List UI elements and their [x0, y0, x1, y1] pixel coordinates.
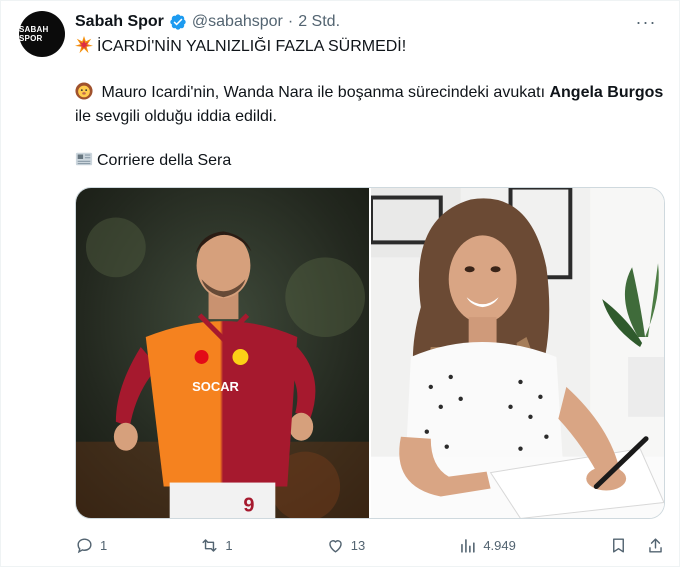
- bookmark-icon: [613, 537, 624, 553]
- like-button[interactable]: 13: [326, 536, 365, 555]
- source-text: Corriere della Sera: [97, 152, 232, 169]
- share-icon: [649, 537, 662, 553]
- tweet-headline: İCARDİ'NİN YALNIZLIĞI FAZLA SÜRMEDİ!: [75, 35, 665, 59]
- tweet-source: Corriere della Sera: [75, 149, 665, 173]
- retweet-button[interactable]: 1: [200, 536, 233, 555]
- like-count: 13: [350, 537, 366, 553]
- share-button[interactable]: [646, 536, 665, 555]
- action-bar: 1 1 13 4.949: [75, 531, 665, 559]
- author-handle[interactable]: @sabahspor: [192, 13, 283, 31]
- avatar[interactable]: SABAH SPOR: [19, 11, 65, 57]
- reply-button[interactable]: 1: [75, 536, 107, 555]
- tweet-body: Mauro Icardi'nin, Wanda Nara ile boşanma…: [75, 81, 665, 129]
- kit-sponsor-text: SOCAR: [192, 379, 239, 394]
- action-group-right: [609, 536, 665, 555]
- tweet-card[interactable]: SABAH SPOR Sabah Spor @sabahspor · 2 Std…: [0, 0, 680, 567]
- views-button[interactable]: 4.949: [458, 536, 516, 555]
- like-icon: [328, 539, 342, 553]
- shirt-number-text: 9: [243, 494, 254, 516]
- retweet-count: 1: [225, 537, 233, 553]
- newspaper-emoji: [75, 152, 93, 166]
- body-text-after: ile sevgili olduğu iddia edildi.: [75, 108, 277, 125]
- photo-icardi-image: SOCAR 9: [76, 188, 369, 518]
- author-name[interactable]: Sabah Spor: [75, 13, 164, 31]
- headline-text: İCARDİ'NİN YALNIZLIĞI FAZLA SÜRMEDİ!: [97, 38, 407, 55]
- meta-separator: ·: [287, 13, 294, 30]
- photo-burgos-image: [371, 188, 664, 518]
- photo-burgos[interactable]: [371, 188, 664, 518]
- retweet-icon: [202, 538, 217, 552]
- tweet-header: Sabah Spor @sabahspor · 2 Std.: [75, 11, 340, 33]
- body-text-before: Mauro Icardi'nin, Wanda Nara ile boşanma…: [97, 84, 550, 101]
- lion-emoji: [75, 82, 93, 100]
- views-icon: [461, 538, 475, 553]
- body-text-bold-name: Angela Burgos: [549, 84, 664, 101]
- photo-icardi[interactable]: SOCAR 9: [76, 188, 369, 518]
- reply-icon: [77, 537, 92, 553]
- verified-badge-icon: [169, 13, 187, 31]
- explosion-emoji: [75, 36, 93, 54]
- tweet-timestamp[interactable]: 2 Std.: [298, 13, 340, 31]
- bookmark-button[interactable]: [609, 536, 628, 555]
- more-options-icon[interactable]: ···: [631, 11, 661, 33]
- avatar-logo-text: SABAH SPOR: [19, 25, 49, 43]
- reply-count: 1: [100, 537, 108, 553]
- media-grid[interactable]: SOCAR 9: [75, 187, 665, 519]
- view-count: 4.949: [483, 537, 516, 553]
